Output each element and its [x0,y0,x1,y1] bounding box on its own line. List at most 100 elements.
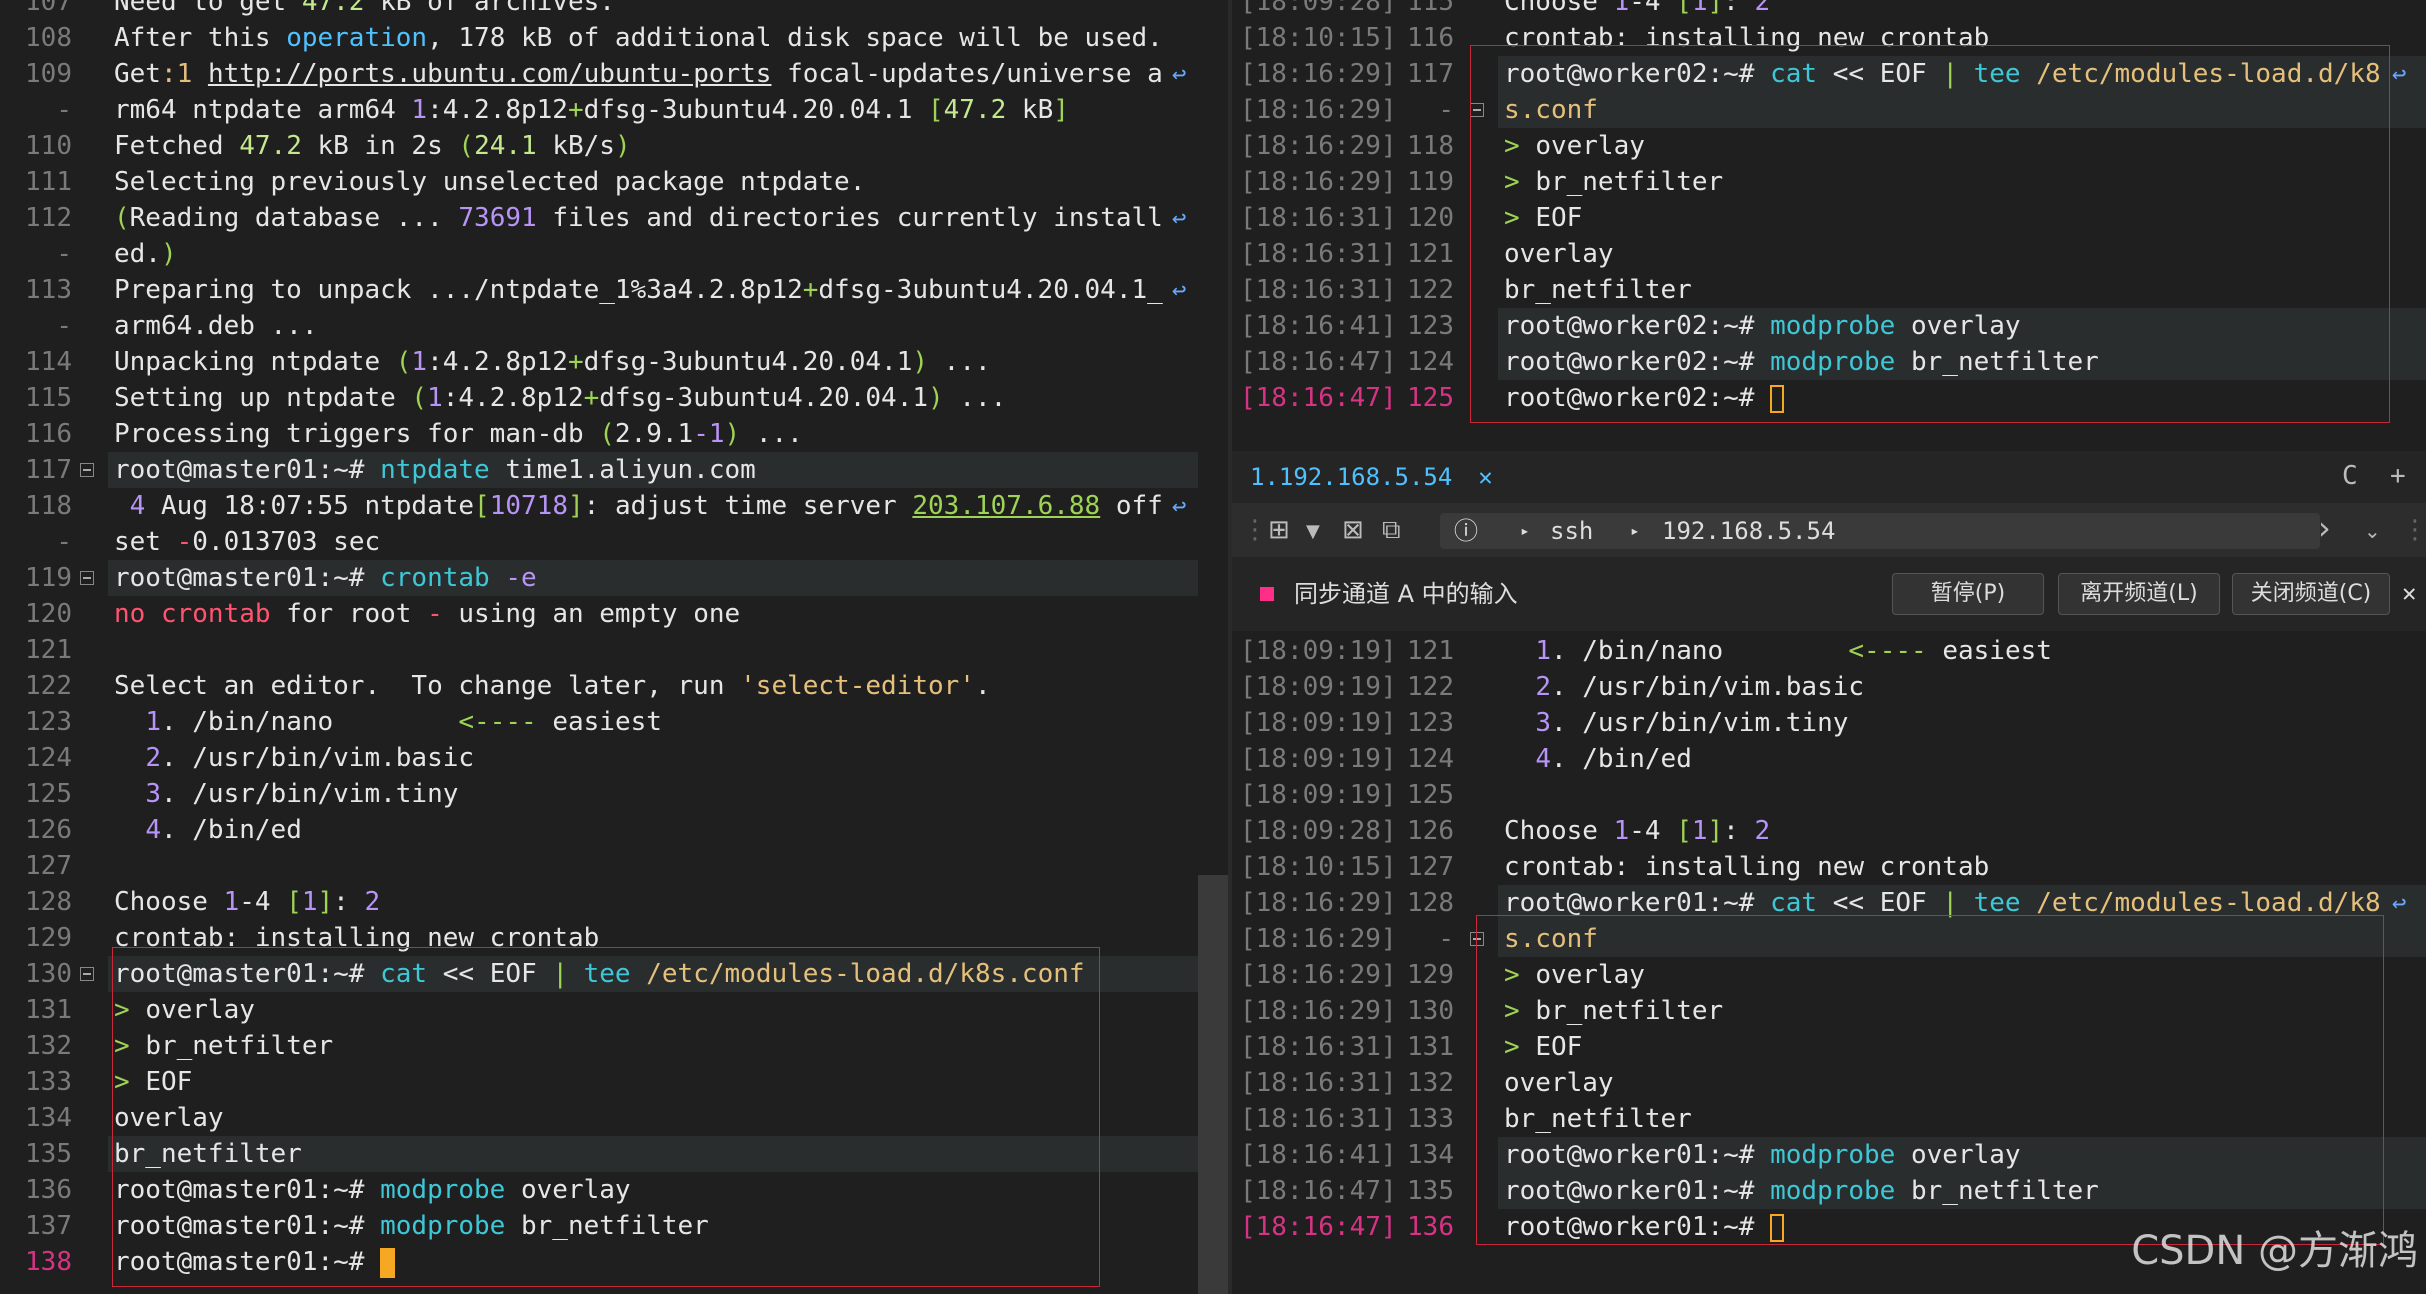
fold-toggle-icon[interactable] [80,463,94,477]
text-segment: | [1942,59,1958,89]
line-number: 126 [1407,816,1454,846]
line-number: 120 [25,599,72,629]
tab-session[interactable]: 1.192.168.5.54 ✕ [1240,451,1509,506]
text-segment: 1 [1613,0,1630,17]
text-segment: 73691 [458,203,537,233]
text-segment: crontab: installing new crontab [114,923,600,953]
terminal-line: [18:10:15] 116 crontab: installing new cro… [1232,20,2426,56]
fold-toggle-icon[interactable] [80,967,94,981]
line-number: 118 [1407,131,1454,161]
terminal-pane-worker02[interactable]: [18:09:28] 115 Choose 1-4 [1]: 2 [18:10:15]… [1232,0,2426,451]
terminal-pane-worker01[interactable]: [18:09:19] 121 1. /bin/nano <---- easiest… [1232,631,2426,1294]
text-segment: 2.9.1 [614,419,694,449]
drag-handle-icon[interactable]: ⋮ [1242,515,1268,545]
text-segment: ) [724,419,741,449]
text-segment: 1 [411,95,428,125]
terminal-line: 123 1. /bin/nano <---- easiest [0,704,1232,740]
terminal-line: 110 Fetched 47.2 kB in 2s (24.1 kB/s) [0,128,1232,164]
terminal-line: 118 4 Aug 18:07:55 ntpdate[10718]: adjus… [0,488,1232,524]
line-number: 123 [1407,311,1454,341]
close-icon[interactable]: ✕ [2402,579,2416,607]
line-wrap-icon: ↩ [2392,889,2407,917]
terminal-text: 1. /bin/nano <---- easiest [114,704,662,740]
text-segment: ] [317,887,334,917]
leave-channel-button[interactable]: 离开频道(L) [2058,573,2220,615]
tab-action-c[interactable]: C [2342,461,2358,491]
pause-button[interactable]: 暂停(P) [1892,573,2044,615]
terminal-line: 128 Choose 1-4 [1]: 2 [0,884,1232,920]
line-number: 122 [1407,672,1454,702]
text-segment: kB [1006,95,1054,125]
terminal-line: 114 Unpacking ntpdate (1:4.2.8p12+dfsg-3u… [0,344,1232,380]
line-number: 113 [25,275,72,305]
text-segment: 4 [145,815,161,845]
terminal-text: 3. /usr/bin/vim.tiny [1504,705,1848,741]
expand-chevron-icon[interactable]: ⌄ [2364,519,2381,543]
line-number: 130 [25,959,72,989]
terminal-text: root@worker01:~# modprobe overlay [1504,1137,2021,1173]
text-segment: : [1723,816,1755,846]
line-number: 128 [25,887,72,917]
terminal-line: 136 root@master01:~# modprobe overlay [0,1172,1232,1208]
address-protocol: ssh [1550,517,1594,545]
terminal-text: set -0.013703 sec [114,524,380,560]
text-segment: root@worker02:~# [1504,383,1771,413]
terminal-text: root@master01:~# [114,1244,396,1280]
text-segment: root@master01:~# [114,959,381,989]
terminal-line: [18:09:19] 124 4. /bin/ed [1232,741,2426,777]
line-number: 121 [25,635,72,665]
tab-close-icon[interactable]: ✕ [1478,463,1492,491]
terminal-text: s.conf [1504,921,1598,957]
line-number: 132 [25,1031,72,1061]
text-segment: br_netfilter [1895,347,2099,377]
text-segment: + [567,347,584,377]
text-segment: 24.1 [474,131,537,161]
fold-toggle-icon[interactable] [80,571,94,585]
close-channel-button[interactable]: 关闭频道(C) [2232,573,2390,615]
text-segment: - [427,599,443,629]
chevron-down-icon[interactable]: ▼ [1306,521,1320,542]
new-session-icon[interactable]: ⊞ [1268,515,1290,545]
fold-toggle-icon[interactable] [1470,932,1484,946]
terminal-pane-master01[interactable]: 107 Need to get 47.2 kB of archives. 108 Af… [0,0,1232,1294]
text-segment: crontab [160,599,271,629]
line-number: 129 [25,923,72,953]
text-segment: [ [474,491,490,521]
line-number: 136 [1407,1212,1454,1242]
disconnect-icon[interactable]: ⊠ [1342,515,1364,545]
fold-toggle-icon[interactable] [1470,103,1484,117]
terminal-line: 117 root@master01:~# ntpdate time1.aliyun… [25,452,1198,488]
duplicate-session-icon[interactable]: ⧉ [1382,515,1401,546]
text-segment: overlay [1535,131,1645,161]
scrollbar-thumb[interactable] [1198,875,1228,1294]
text-segment: > [1504,960,1536,990]
text-segment: ) [912,347,929,377]
terminal-text: root@worker01:~# cat << EOF | tee /etc/m… [1504,885,2381,921]
text-segment: ( [114,203,130,233]
terminal-line: 133 > EOF [0,1064,1232,1100]
terminal-line: [18:16:31] 131 > EOF [1232,1029,2426,1065]
text-segment: 2 [145,743,161,773]
go-arrow-icon[interactable]: › [2318,509,2331,547]
info-icon[interactable]: ⓘ [1454,513,1478,549]
text-segment: ed. [114,239,161,269]
terminal-text: root@worker02:~# modprobe overlay [1504,308,2021,344]
toolbar-overflow-icon[interactable]: ⋮ [2402,515,2426,545]
text-segment: + [802,275,819,305]
terminal-line: [18:16:47] 135 root@worker01:~# modprobe b… [1240,1173,2426,1209]
terminal-line: [18:16:41] 123 root@worker02:~# modprobe o… [1240,308,2426,344]
text-segment: 4 [1535,744,1551,774]
address-bar[interactable]: ⓘ ▸ ssh ▸ 192.168.5.54 [1440,513,2320,549]
timestamp: [18:09:19] [1240,744,1397,774]
terminal-text: br_netfilter [1504,272,1692,308]
line-number: 125 [25,779,72,809]
terminal-line: 126 4. /bin/ed [0,812,1232,848]
line-wrap-icon: ↩ [2392,60,2407,88]
text-segment: easiest [536,707,662,737]
text-segment: : [1723,0,1755,17]
terminal-line: 134 overlay [0,1100,1232,1136]
timestamp: [18:16:31] [1240,1068,1397,1098]
timestamp: [18:16:31] [1240,239,1397,269]
terminal-line: [18:16:29] 117 root@worker02:~# cat << EOF… [1240,56,2426,92]
new-tab-plus-icon[interactable]: + [2390,461,2406,491]
